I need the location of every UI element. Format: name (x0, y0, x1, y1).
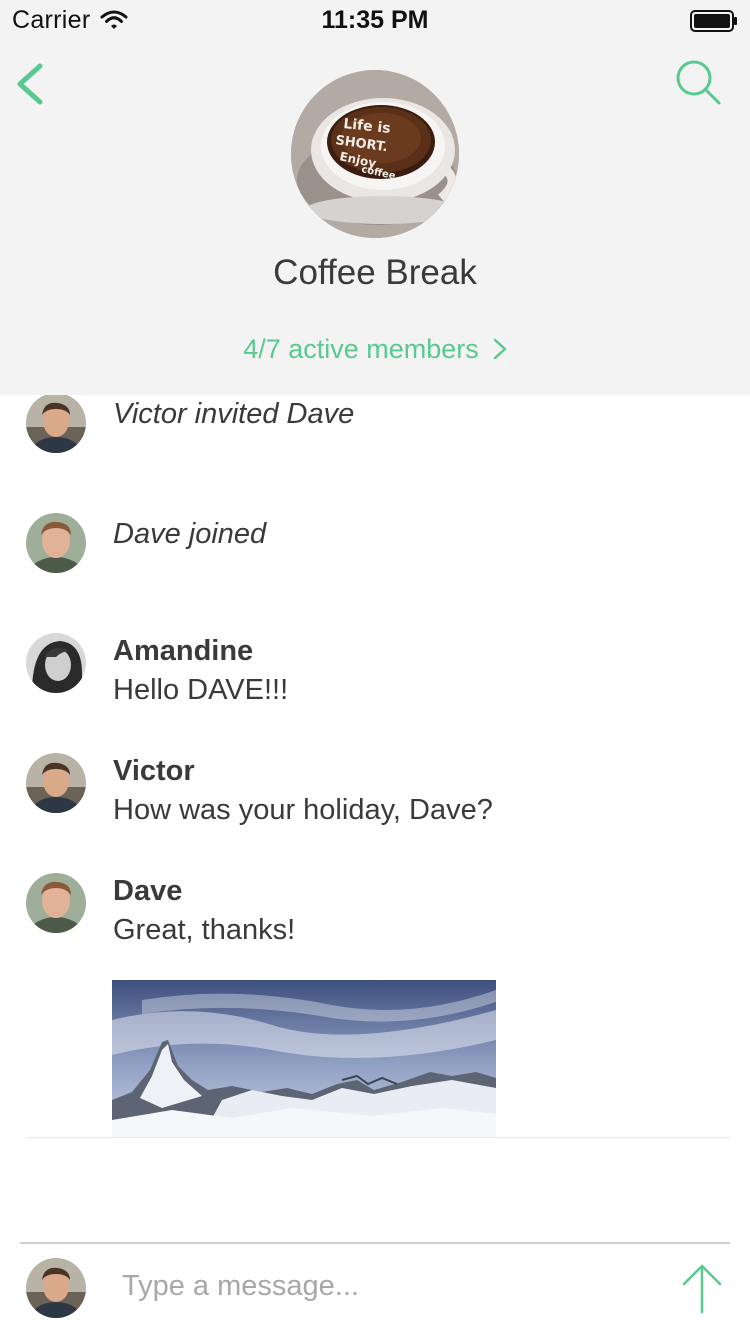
room-header: Life is SHORT. Enjoy coffee Coffee Break… (0, 40, 750, 395)
timeline-notice: Victor invited Dave (0, 395, 750, 475)
timeline[interactable]: Victor invited Dave Dave joined Amandine… (0, 395, 750, 1137)
arrow-up-icon (682, 1264, 722, 1314)
active-members-link[interactable]: 4/7 active members (0, 334, 750, 365)
active-members-label: 4/7 active members (243, 334, 479, 364)
composer-divider (20, 1242, 730, 1244)
coffee-cup-icon: Life is SHORT. Enjoy coffee (291, 70, 459, 238)
back-button[interactable] (10, 60, 54, 108)
composer-avatar (26, 1258, 86, 1318)
chevron-left-icon (17, 63, 43, 105)
chevron-right-icon (493, 338, 507, 360)
room-avatar[interactable]: Life is SHORT. Enjoy coffee (291, 70, 459, 238)
message-body: Hello DAVE!!! (113, 674, 289, 706)
battery-icon (690, 10, 737, 32)
avatar-victor[interactable] (26, 753, 86, 813)
timeline-divider (26, 1137, 730, 1138)
room-screen: Carrier 11:35 PM Life is SHORT. Enjoy co… (0, 0, 750, 1334)
avatar-dave[interactable] (26, 513, 86, 573)
search-button[interactable] (674, 58, 722, 106)
avatar-dave[interactable] (26, 873, 86, 933)
message-row: Victor How was your holiday, Dave? (0, 753, 750, 845)
send-button[interactable] (680, 1262, 724, 1314)
sender-name: Victor (113, 755, 195, 787)
message-row: Dave Great, thanks! (0, 873, 750, 965)
search-icon (676, 60, 721, 105)
image-attachment[interactable] (112, 980, 496, 1137)
message-body: How was your holiday, Dave? (113, 794, 493, 826)
mountain-photo (112, 980, 496, 1137)
timeline-notice: Dave joined (0, 513, 750, 595)
status-bar: Carrier 11:35 PM (0, 0, 750, 40)
message-input[interactable] (112, 1262, 642, 1310)
sender-name: Amandine (113, 635, 254, 667)
notice-text: Victor invited Dave (113, 398, 355, 430)
avatar-amandine[interactable] (26, 633, 86, 693)
room-name: Coffee Break (273, 253, 477, 292)
message-row: Amandine Hello DAVE!!! (0, 633, 750, 725)
avatar-victor[interactable] (26, 395, 86, 453)
status-time: 11:35 PM (321, 6, 429, 34)
notice-text: Dave joined (113, 518, 267, 550)
message-body: Great, thanks! (113, 914, 296, 946)
sender-name: Dave (113, 875, 183, 907)
